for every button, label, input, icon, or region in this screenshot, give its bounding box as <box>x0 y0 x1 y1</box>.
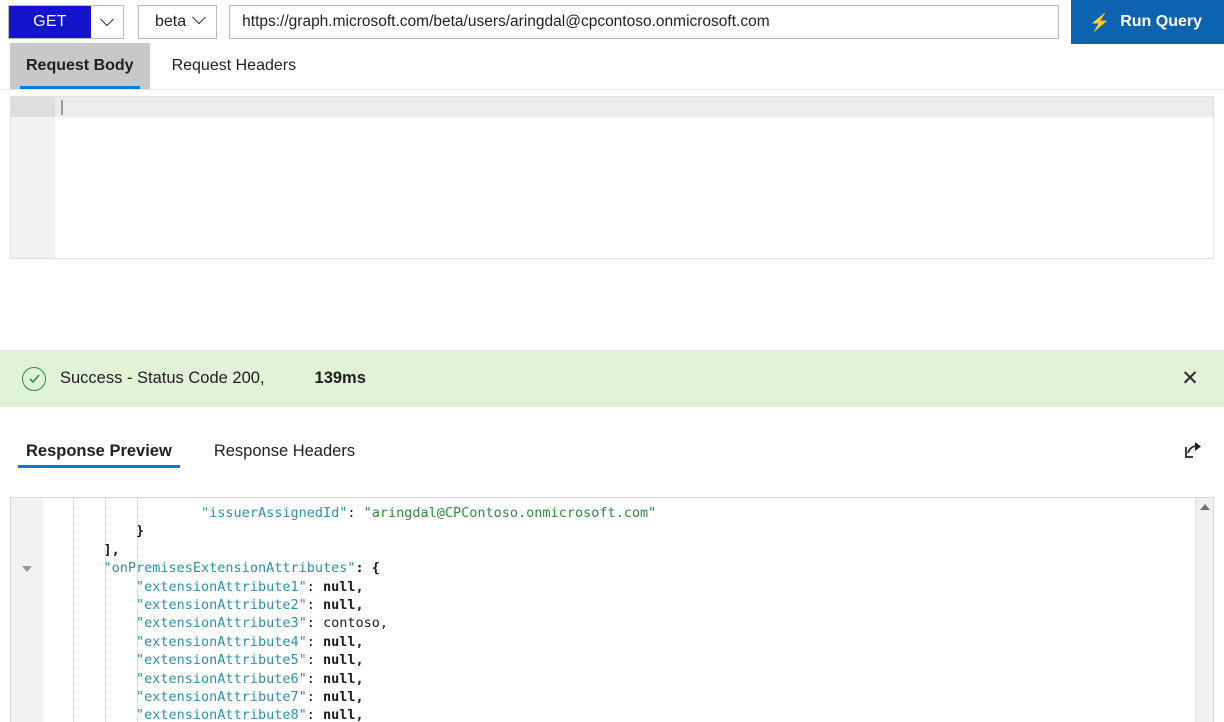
request-tab-bar: Request Body Request Headers <box>0 44 1224 90</box>
tab-response-headers-label: Response Headers <box>214 442 355 461</box>
status-duration: 139ms <box>315 369 366 388</box>
tab-request-body-label: Request Body <box>26 57 134 75</box>
text-cursor <box>61 100 63 115</box>
response-scrollbar[interactable] <box>1195 498 1213 722</box>
chevron-down-icon[interactable] <box>91 6 123 38</box>
api-version-label: beta <box>155 13 186 31</box>
response-fold-column <box>43 498 71 722</box>
tab-response-preview[interactable]: Response Preview <box>18 425 180 477</box>
run-query-label: Run Query <box>1120 13 1202 31</box>
success-check-icon <box>22 367 46 391</box>
api-version-selector[interactable]: beta <box>138 5 217 39</box>
tab-request-headers[interactable]: Request Headers <box>150 43 313 89</box>
tab-response-headers[interactable]: Response Headers <box>206 425 363 477</box>
tab-request-headers-label: Request Headers <box>172 57 297 75</box>
http-method-selector[interactable]: GET <box>8 5 124 39</box>
close-icon[interactable]: ✕ <box>1174 363 1206 395</box>
response-code-area[interactable]: "issuerAssignedId": "aringdal@CPContoso.… <box>71 498 1195 722</box>
response-tab-bar: Response Preview Response Headers <box>0 425 1224 477</box>
run-query-button[interactable]: ⚡ Run Query <box>1071 0 1224 44</box>
request-body-editor[interactable] <box>10 96 1214 259</box>
collapse-triangle-icon[interactable] <box>22 566 32 572</box>
editor-gutter <box>11 97 55 258</box>
tab-request-body[interactable]: Request Body <box>10 43 150 89</box>
request-url-input[interactable]: https://graph.microsoft.com/beta/users/a… <box>229 5 1059 39</box>
share-export-icon[interactable] <box>1178 436 1208 466</box>
response-preview-panel[interactable]: "issuerAssignedId": "aringdal@CPContoso.… <box>10 497 1214 722</box>
chevron-down-icon <box>192 10 206 24</box>
query-bar: GET beta https://graph.microsoft.com/bet… <box>0 0 1224 44</box>
scroll-up-arrow-icon[interactable] <box>1200 504 1210 510</box>
editor-text-area[interactable] <box>55 97 1213 258</box>
response-json: "issuerAssignedId": "aringdal@CPContoso.… <box>71 498 1195 722</box>
status-banner: Success - Status Code 200, 139ms ✕ <box>0 350 1224 407</box>
request-url-value: https://graph.microsoft.com/beta/users/a… <box>242 13 769 31</box>
status-message: Success - Status Code 200, <box>60 369 265 388</box>
http-method-label[interactable]: GET <box>9 6 91 38</box>
response-gutter <box>11 498 43 722</box>
tab-response-preview-label: Response Preview <box>26 442 172 461</box>
lightning-bolt-icon: ⚡ <box>1089 14 1110 31</box>
